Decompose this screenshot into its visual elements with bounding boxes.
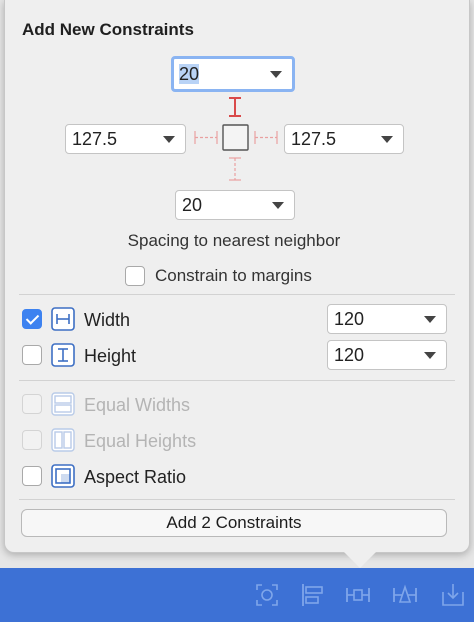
chevron-down-icon bbox=[424, 316, 436, 323]
spacing-caption: Spacing to nearest neighbor bbox=[127, 231, 341, 250]
update-frames-icon[interactable] bbox=[254, 582, 280, 608]
top-spacing-select[interactable]: 20 bbox=[171, 56, 295, 92]
width-label: Width bbox=[84, 310, 131, 330]
height-label: Height bbox=[84, 346, 137, 366]
left-strut[interactable] bbox=[194, 131, 218, 144]
equal-heights-label: Equal Heights bbox=[84, 431, 197, 451]
center-view-box bbox=[222, 124, 249, 151]
equal-widths-label: Equal Widths bbox=[84, 395, 191, 415]
chevron-down-icon bbox=[381, 136, 393, 143]
popover-title: Add New Constraints bbox=[22, 20, 194, 39]
width-value: 120 bbox=[334, 309, 365, 329]
height-checkbox[interactable] bbox=[22, 345, 42, 365]
height-constraint-icon bbox=[51, 343, 75, 367]
bottom-toolbar bbox=[0, 568, 474, 622]
width-checkbox[interactable] bbox=[22, 309, 42, 329]
right-spacing-value: 127.5 bbox=[291, 129, 337, 149]
top-spacing-value: 20 bbox=[179, 64, 200, 84]
chevron-down-icon bbox=[272, 202, 284, 209]
right-spacing-select[interactable]: 127.5 bbox=[284, 124, 404, 154]
chevron-down-icon bbox=[424, 352, 436, 359]
divider bbox=[19, 380, 455, 381]
left-spacing-select[interactable]: 127.5 bbox=[65, 124, 186, 154]
align-icon[interactable] bbox=[300, 582, 326, 608]
bottom-spacing-select[interactable]: 20 bbox=[175, 190, 295, 220]
equal-heights-icon bbox=[51, 428, 75, 452]
spacing-struts-widget bbox=[194, 97, 278, 181]
right-strut[interactable] bbox=[254, 131, 278, 144]
aspect-ratio-icon bbox=[51, 464, 75, 488]
width-value-select[interactable]: 120 bbox=[327, 304, 447, 334]
embed-in-icon[interactable] bbox=[440, 582, 466, 608]
bottom-strut[interactable] bbox=[229, 157, 241, 181]
add-constraints-popover: Add New Constraints 20 127.5 127.5 20 Sp… bbox=[4, 0, 470, 553]
add-constraints-button[interactable]: Add 2 Constraints bbox=[21, 509, 447, 537]
height-value-select[interactable]: 120 bbox=[327, 340, 447, 370]
chevron-down-icon bbox=[163, 136, 175, 143]
constrain-to-margins-label: Constrain to margins bbox=[155, 266, 312, 285]
equal-widths-checkbox[interactable] bbox=[22, 394, 42, 414]
constrain-to-margins-checkbox[interactable] bbox=[125, 266, 145, 286]
chevron-down-icon bbox=[270, 71, 282, 78]
add-constraints-icon[interactable] bbox=[345, 582, 371, 608]
left-spacing-value: 127.5 bbox=[72, 129, 118, 149]
aspect-ratio-label: Aspect Ratio bbox=[84, 467, 187, 487]
divider bbox=[19, 499, 455, 500]
divider bbox=[19, 294, 455, 295]
resolve-issues-icon[interactable] bbox=[392, 582, 418, 608]
equal-heights-checkbox[interactable] bbox=[22, 430, 42, 450]
height-value: 120 bbox=[334, 345, 365, 365]
top-strut[interactable] bbox=[229, 97, 241, 117]
aspect-ratio-checkbox[interactable] bbox=[22, 466, 42, 486]
popover-arrow bbox=[342, 550, 378, 568]
bottom-spacing-value: 20 bbox=[182, 195, 203, 215]
width-constraint-icon bbox=[51, 307, 75, 331]
equal-widths-icon bbox=[51, 392, 75, 416]
